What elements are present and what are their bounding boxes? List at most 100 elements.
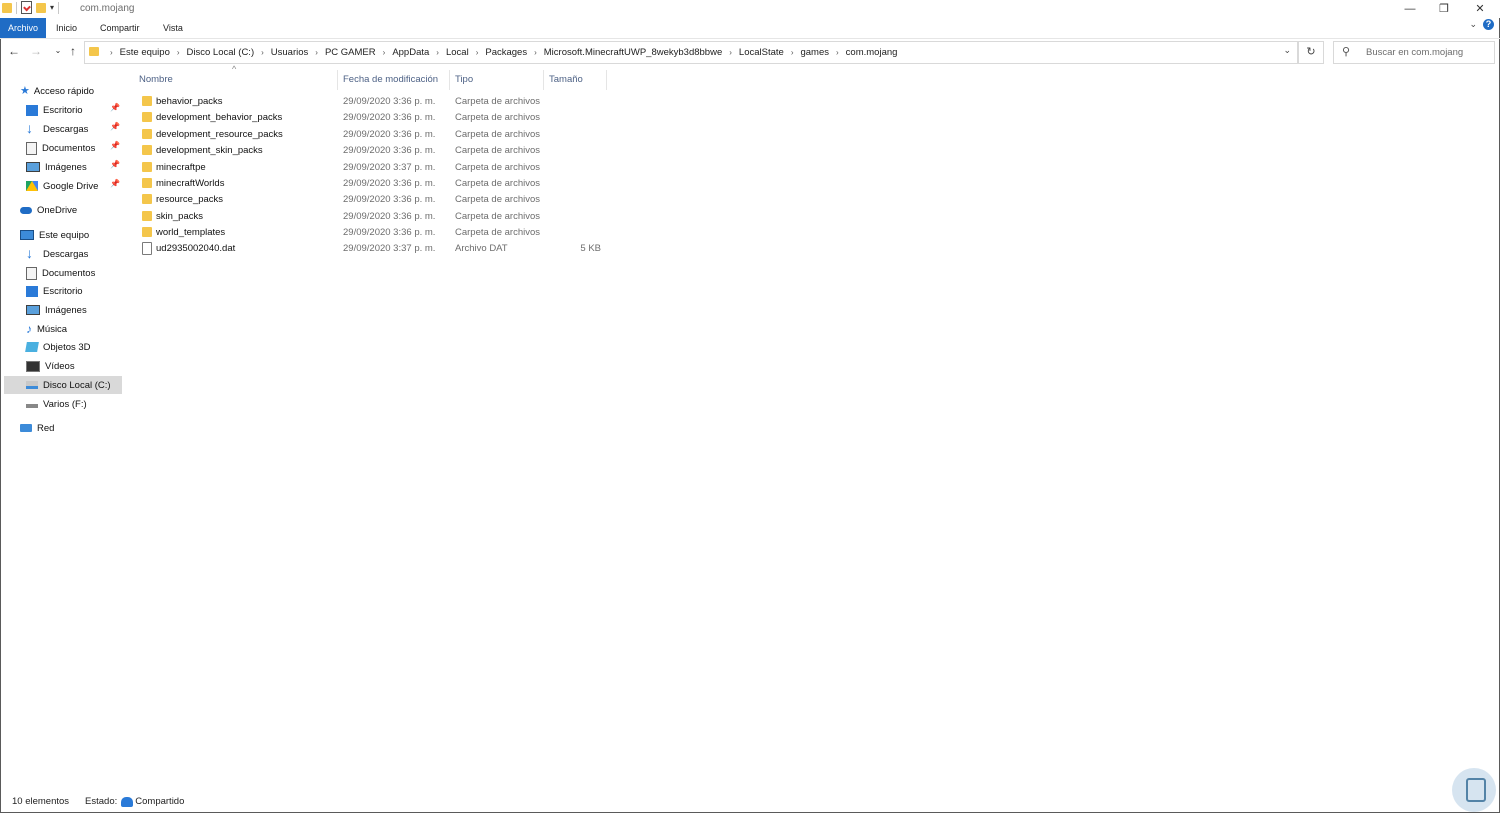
tab-archivo[interactable]: Archivo — [0, 18, 47, 38]
chevron-right-icon[interactable]: › — [534, 48, 537, 57]
table-row[interactable]: minecraftpe 29/09/2020 3:37 p. m. Carpet… — [137, 160, 607, 176]
chevron-right-icon[interactable]: › — [836, 48, 839, 57]
sidebar-item-objetos-3d[interactable]: Objetos 3D — [25, 338, 91, 356]
sidebar-item-onedrive[interactable]: OneDrive — [20, 201, 77, 219]
pin-icon: 📌 — [110, 122, 120, 131]
sidebar-item-google-drive[interactable]: Google Drive 📌 — [26, 177, 126, 195]
sidebar-item-varios[interactable]: Varios (F:) — [26, 395, 87, 413]
table-row[interactable]: skin_packs 29/09/2020 3:36 p. m. Carpeta… — [137, 209, 607, 225]
file-date: 29/09/2020 3:36 p. m. — [343, 145, 436, 156]
tab-inicio[interactable]: Inicio — [56, 18, 77, 38]
sidebar-item-label: Música — [37, 323, 68, 335]
close-button[interactable]: ✕ — [1462, 0, 1498, 18]
column-divider[interactable] — [449, 70, 450, 90]
folder-icon — [142, 96, 152, 106]
search-input[interactable]: ⚲ Buscar en com.mojang — [1333, 41, 1495, 64]
breadcrumb-pc-gamer[interactable]: PC GAMER — [325, 47, 376, 58]
maximize-button[interactable]: ❐ — [1426, 0, 1462, 18]
ribbon-tabs: Archivo Inicio Compartir Vista ⌄ ? — [0, 18, 1500, 39]
file-date: 29/09/2020 3:36 p. m. — [343, 211, 436, 222]
table-row[interactable]: ud2935002040.dat 29/09/2020 3:37 p. m. A… — [137, 241, 607, 257]
file-name: development_behavior_packs — [156, 112, 283, 123]
navigation-pane: ★ Acceso rápido Escritorio 📌 Descargas 📌… — [0, 70, 128, 790]
breadcrumb-disco-local[interactable]: Disco Local (C:) — [187, 47, 255, 58]
column-header-date[interactable]: Fecha de modificación — [343, 70, 438, 90]
breadcrumb-games[interactable]: games — [800, 47, 829, 58]
chevron-right-icon[interactable]: › — [791, 48, 794, 57]
sidebar-item-pc-documentos[interactable]: Documentos — [26, 264, 95, 282]
breadcrumb-usuarios[interactable]: Usuarios — [271, 47, 309, 58]
file-name: world_templates — [156, 227, 226, 238]
minimize-button[interactable]: — — [1392, 0, 1428, 18]
ribbon-controls: ⌄ ? — [1469, 19, 1494, 30]
table-row[interactable]: development_behavior_packs 29/09/2020 3:… — [137, 110, 607, 126]
column-header-name[interactable]: Nombre — [139, 70, 173, 90]
sidebar-item-label: Vídeos — [45, 360, 75, 372]
chevron-down-icon[interactable]: ⌄ — [1283, 45, 1291, 56]
help-icon[interactable]: ? — [1483, 19, 1494, 30]
cube-3d-icon — [25, 342, 39, 352]
recent-locations-icon[interactable]: ⌄ — [50, 42, 66, 60]
sidebar-item-escritorio[interactable]: Escritorio 📌 — [26, 101, 126, 119]
column-divider[interactable] — [543, 70, 544, 90]
up-arrow-icon[interactable]: ↑ — [65, 42, 81, 60]
tab-compartir[interactable]: Compartir — [100, 18, 140, 38]
sidebar-item-label: Red — [37, 422, 55, 434]
chevron-right-icon[interactable]: › — [729, 48, 732, 57]
sidebar-item-disco-local[interactable]: Disco Local (C:) — [4, 376, 122, 394]
sidebar-item-imagenes[interactable]: Imágenes 📌 — [26, 158, 126, 176]
breadcrumb-com-mojang[interactable]: com.mojang — [846, 47, 898, 58]
sidebar-item-este-equipo[interactable]: Este equipo — [20, 226, 89, 244]
column-divider[interactable] — [337, 70, 338, 90]
chevron-right-icon[interactable]: › — [476, 48, 479, 57]
sidebar-item-pc-imagenes[interactable]: Imágenes — [26, 301, 87, 319]
sidebar-item-label: OneDrive — [37, 204, 78, 216]
breadcrumb-packages[interactable]: Packages — [485, 47, 527, 58]
chevron-right-icon[interactable]: › — [436, 48, 439, 57]
chevron-right-icon[interactable]: › — [177, 48, 180, 57]
table-row[interactable]: world_templates 29/09/2020 3:36 p. m. Ca… — [137, 225, 607, 241]
tab-vista[interactable]: Vista — [163, 18, 183, 38]
sidebar-item-documentos[interactable]: Documentos 📌 — [26, 139, 126, 157]
refresh-icon[interactable]: ↻ — [1298, 41, 1324, 64]
breadcrumb-appdata[interactable]: AppData — [392, 47, 429, 58]
new-folder-icon[interactable] — [36, 2, 46, 13]
breadcrumb-localstate[interactable]: LocalState — [739, 47, 784, 58]
file-name: minecraftWorlds — [156, 178, 225, 189]
column-divider[interactable] — [606, 70, 607, 90]
hard-drive-icon — [26, 381, 38, 389]
sidebar-item-videos[interactable]: Vídeos — [26, 357, 75, 375]
sidebar-item-label: Acceso rápido — [33, 85, 95, 97]
table-row[interactable]: development_skin_packs 29/09/2020 3:36 p… — [137, 143, 607, 159]
forward-arrow-icon[interactable]: → — [28, 42, 44, 60]
chevron-right-icon[interactable]: › — [383, 48, 386, 57]
chevron-right-icon[interactable]: › — [110, 48, 113, 57]
column-header-type[interactable]: Tipo — [455, 70, 473, 90]
chevron-right-icon[interactable]: › — [315, 48, 318, 57]
chevron-right-icon[interactable]: › — [261, 48, 264, 57]
file-type: Carpeta de archivos — [455, 227, 541, 238]
table-row[interactable]: minecraftWorlds 29/09/2020 3:36 p. m. Ca… — [137, 176, 607, 192]
breadcrumb-minecraftuwp[interactable]: Microsoft.MinecraftUWP_8wekyb3d8bbwe — [544, 47, 722, 58]
table-row[interactable]: development_resource_packs 29/09/2020 3:… — [137, 127, 607, 143]
file-date: 29/09/2020 3:36 p. m. — [343, 227, 436, 238]
sidebar-item-pc-escritorio[interactable]: Escritorio — [26, 282, 83, 300]
table-row[interactable]: behavior_packs 29/09/2020 3:36 p. m. Car… — [137, 94, 607, 110]
sidebar-item-musica[interactable]: ♪ Música — [26, 320, 67, 338]
sidebar-item-red[interactable]: Red — [20, 419, 54, 437]
computer-icon — [20, 230, 34, 240]
sidebar-item-pc-descargas[interactable]: Descargas — [26, 245, 88, 263]
table-row[interactable]: resource_packs 29/09/2020 3:36 p. m. Car… — [137, 192, 607, 208]
column-header-size[interactable]: Tamaño — [549, 70, 583, 90]
expand-ribbon-icon[interactable]: ⌄ — [1469, 19, 1477, 30]
properties-icon[interactable] — [21, 1, 32, 14]
sidebar-item-label: Documentos — [42, 142, 96, 154]
sidebar-item-acceso-rapido[interactable]: ★ Acceso rápido — [20, 82, 94, 100]
customize-toolbar-icon[interactable]: ▾ — [50, 3, 54, 12]
back-arrow-icon[interactable]: ← — [6, 42, 22, 60]
breadcrumb-este-equipo[interactable]: Este equipo — [120, 47, 170, 58]
shared-users-icon — [121, 796, 134, 807]
address-bar[interactable]: › Este equipo › Disco Local (C:) › Usuar… — [84, 41, 1298, 64]
breadcrumb-local[interactable]: Local — [446, 47, 469, 58]
sidebar-item-descargas[interactable]: Descargas 📌 — [26, 120, 126, 138]
